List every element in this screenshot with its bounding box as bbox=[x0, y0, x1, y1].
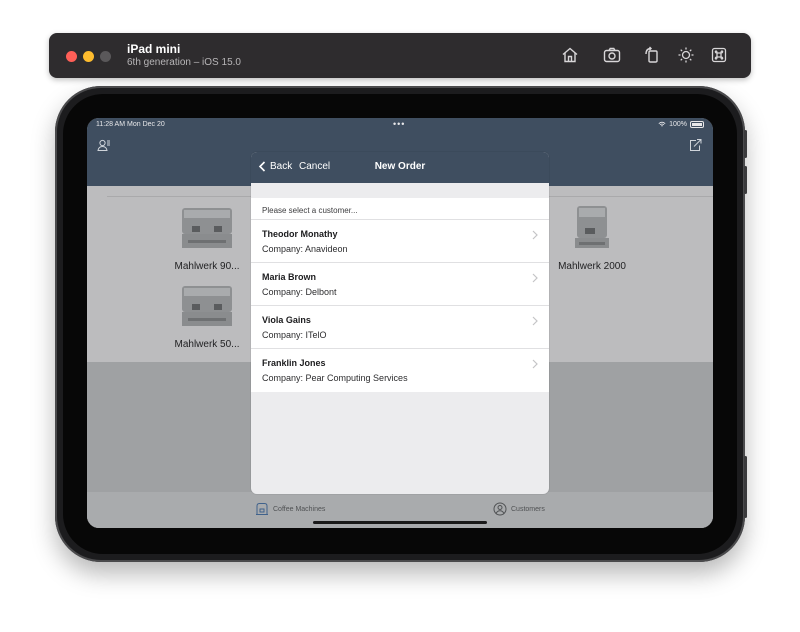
chevron-right-icon bbox=[532, 359, 538, 369]
machine-card[interactable]: Mahlwerk 2000 bbox=[556, 204, 628, 272]
share-icon[interactable] bbox=[688, 138, 702, 152]
zoom-window-button[interactable] bbox=[100, 51, 111, 62]
machine-card[interactable]: Mahlwerk 50... bbox=[171, 282, 243, 350]
customer-name: Viola Gains bbox=[262, 315, 311, 325]
sheet-nav-bar: Back Cancel New Order bbox=[251, 152, 549, 183]
customer-company: Company: Anavideon bbox=[262, 244, 348, 254]
espresso-machine-image bbox=[575, 206, 609, 248]
status-bar: 11:28 AM Mon Dec 20 ••• 100% bbox=[87, 118, 713, 132]
machine-name: Mahlwerk 2000 bbox=[558, 261, 626, 272]
tab-coffee-machines[interactable]: Coffee Machines bbox=[255, 502, 325, 516]
battery-percent: 100% bbox=[669, 121, 687, 128]
machine-name: Mahlwerk 50... bbox=[174, 339, 240, 350]
device-detail: 6th generation – iOS 15.0 bbox=[127, 57, 241, 68]
customer-name: Theodor Monathy bbox=[262, 229, 338, 239]
chevron-right-icon bbox=[532, 316, 538, 326]
home-indicator[interactable] bbox=[313, 521, 487, 524]
tab-customers[interactable]: Customers bbox=[493, 502, 545, 516]
simulator-title-bar: iPad mini 6th generation – iOS 15.0 bbox=[49, 33, 751, 78]
customer-list: Theodor Monathy Company: Anavideon Maria… bbox=[251, 220, 549, 392]
customer-company: Company: ITelO bbox=[262, 330, 327, 340]
chevron-right-icon bbox=[532, 230, 538, 240]
chevron-left-icon bbox=[258, 161, 266, 172]
cancel-button[interactable]: Cancel bbox=[299, 161, 330, 172]
volume-down-button bbox=[744, 166, 747, 194]
customer-row[interactable]: Franklin Jones Company: Pear Computing S… bbox=[251, 349, 549, 392]
rotate-icon[interactable] bbox=[642, 45, 662, 65]
battery-status: 100% bbox=[658, 121, 704, 128]
battery-icon bbox=[690, 121, 704, 128]
machine-card[interactable]: Mahlwerk 90... bbox=[171, 204, 243, 272]
coffee-machine-icon bbox=[256, 503, 268, 515]
sheet-title: New Order bbox=[374, 161, 426, 172]
home-icon[interactable] bbox=[560, 45, 580, 65]
chevron-right-icon bbox=[532, 273, 538, 283]
close-window-button[interactable] bbox=[66, 51, 77, 62]
multitasking-dots[interactable]: ••• bbox=[393, 119, 405, 129]
customer-company: Company: Pear Computing Services bbox=[262, 373, 408, 383]
user-settings-icon[interactable] bbox=[97, 138, 111, 152]
wifi-icon bbox=[658, 121, 666, 127]
status-time: 11:28 AM Mon Dec 20 bbox=[96, 121, 165, 128]
screenshot-icon[interactable] bbox=[602, 45, 622, 65]
brightness-icon[interactable] bbox=[676, 45, 696, 65]
device-name: iPad mini bbox=[127, 42, 181, 56]
new-order-sheet: Back Cancel New Order Please select a cu… bbox=[251, 152, 549, 494]
tab-label: Customers bbox=[511, 505, 545, 513]
tab-label: Coffee Machines bbox=[273, 505, 326, 513]
volume-up-button bbox=[744, 130, 747, 158]
side-button bbox=[744, 456, 747, 518]
customer-name: Franklin Jones bbox=[262, 358, 326, 368]
simulator-window: iPad mini 6th generation – iOS 15.0 11:2… bbox=[0, 0, 800, 632]
customer-row[interactable]: Viola Gains Company: ITelO bbox=[251, 306, 549, 349]
select-customer-hint: Please select a customer... bbox=[251, 198, 549, 220]
customer-name: Maria Brown bbox=[262, 272, 317, 282]
espresso-machine-image bbox=[182, 208, 232, 248]
command-icon[interactable] bbox=[709, 45, 729, 65]
minimize-window-button[interactable] bbox=[83, 51, 94, 62]
customer-company: Company: Delbont bbox=[262, 287, 337, 297]
customer-row[interactable]: Maria Brown Company: Delbont bbox=[251, 263, 549, 306]
customer-row[interactable]: Theodor Monathy Company: Anavideon bbox=[251, 220, 549, 263]
back-button[interactable]: Back bbox=[258, 161, 292, 172]
back-label: Back bbox=[270, 161, 293, 172]
espresso-machine-image bbox=[182, 286, 232, 326]
machine-name: Mahlwerk 90... bbox=[174, 261, 240, 272]
person-circle-icon bbox=[493, 502, 507, 516]
